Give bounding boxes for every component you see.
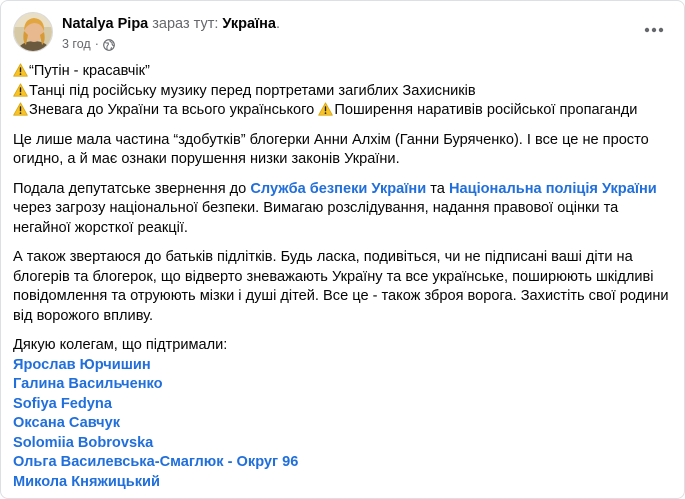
mention-link[interactable]: Галина Васильченко <box>13 375 678 395</box>
paragraph-3: А також звертаюся до батьків підлітків. … <box>13 249 669 324</box>
location-name[interactable]: Україна <box>222 16 276 32</box>
paragraph-1: Це лише мала частина “здобутків” блогерк… <box>13 131 649 168</box>
post-timestamp[interactable]: 3 год <box>62 36 91 53</box>
mention-link[interactable]: Оксана Савчук <box>13 414 678 434</box>
post-title-line: Natalya Pipa зараз тут: Україна. <box>62 15 280 33</box>
bullet-text: Танці під російську музику перед портрет… <box>29 82 476 99</box>
thanks-intro: Дякую колегам, що підтримали: <box>13 337 228 353</box>
mention-link[interactable]: Микола Княжицький <box>13 473 678 493</box>
warning-icon <box>13 102 28 116</box>
warning-icon <box>13 63 28 77</box>
location-suffix: . <box>275 16 280 32</box>
mention-link[interactable]: Ольга Василевська-Смаглюк - Округ 96 <box>13 453 678 473</box>
bullet-line: Зневага до України та всього українськог… <box>13 101 678 121</box>
mention-link[interactable]: Solomiia Bobrovska <box>13 434 678 454</box>
globe-icon <box>103 38 115 51</box>
separator-dot: · <box>94 37 99 51</box>
warning-icon <box>13 82 28 97</box>
paragraph-2: Подала депутатське звернення до Служба б… <box>13 180 678 239</box>
author-name[interactable]: Natalya Pipa <box>62 16 148 32</box>
more-dots-icon[interactable] <box>636 12 672 48</box>
location-prefix: зараз тут: <box>152 16 219 32</box>
mention-link[interactable]: Ярослав Юрчишин <box>13 356 678 376</box>
mention-link[interactable]: Sofiya Fedyna <box>13 395 678 415</box>
bullet-line: “Путін - красавчік” <box>13 62 678 82</box>
bullet-text: “Путін - красавчік” <box>29 63 150 79</box>
paragraph-2-text: через загрозу національної безпеки. Вима… <box>13 200 619 236</box>
author-avatar[interactable] <box>13 12 53 52</box>
bullet-text: Поширення наративів російської пропаганд… <box>334 102 638 118</box>
page-link-police[interactable]: Національна поліція України <box>449 181 657 197</box>
post-meta: Natalya Pipa зараз тут: Україна. 3 год · <box>62 15 280 53</box>
warning-icon <box>318 102 334 116</box>
post-content: “Путін - красавчік” Танці під російську … <box>13 62 678 492</box>
bullet-text: Зневага до України та всього українськог… <box>29 102 315 118</box>
page-link-sbu[interactable]: Служба безпеки України <box>250 181 426 197</box>
mentions-list: Ярослав Юрчишин Галина Васильченко Sofiy… <box>13 356 678 493</box>
paragraph-2-text: Подала депутатське звернення до <box>13 180 251 197</box>
facebook-post: Natalya Pipa зараз тут: Україна. 3 год · <box>0 0 685 499</box>
paragraph-2-text: та <box>426 180 449 197</box>
post-header: Natalya Pipa зараз тут: Україна. 3 год · <box>13 12 672 56</box>
post-subline: 3 год · <box>62 36 280 53</box>
bullet-line: Танці під російську музику перед портрет… <box>13 82 678 102</box>
